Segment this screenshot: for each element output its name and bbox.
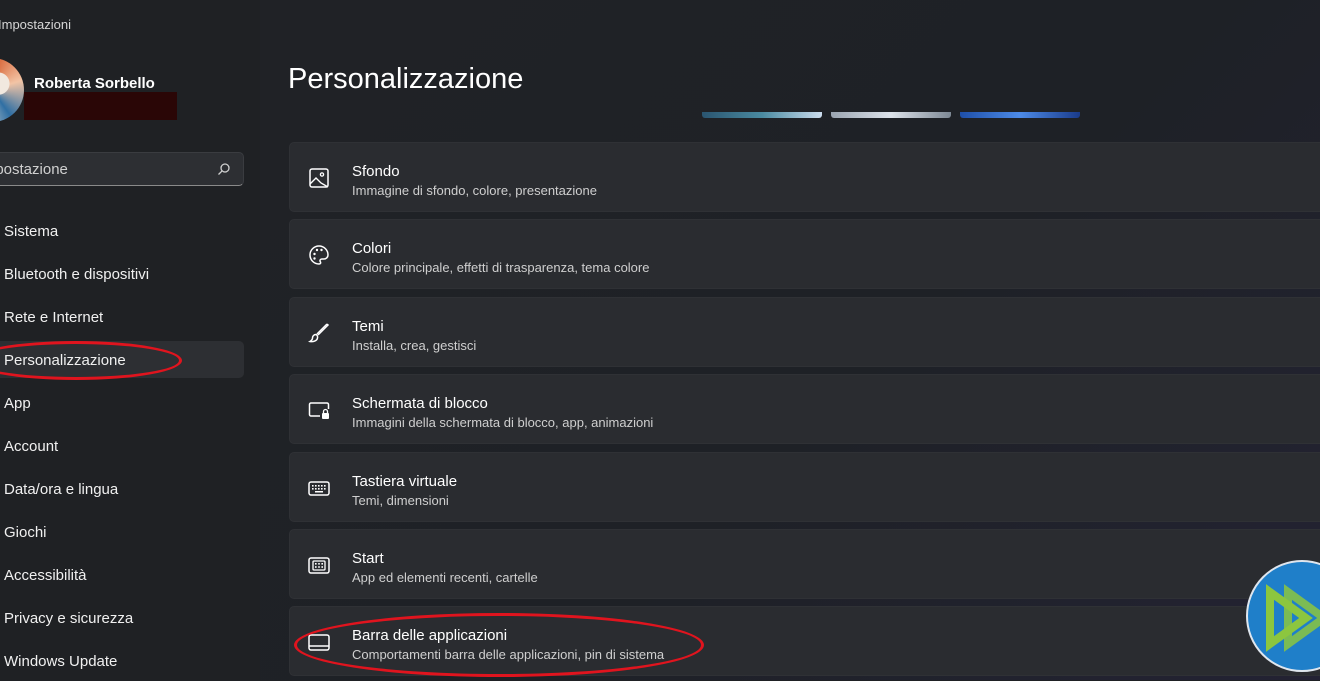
keyboard-icon	[308, 481, 330, 496]
setting-card-schermata-blocco[interactable]: Schermata di blocco Immagini della scher…	[289, 374, 1320, 444]
setting-card-sfondo[interactable]: Sfondo Immagine di sfondo, colore, prese…	[289, 142, 1320, 212]
sidebar-item-label: Privacy e sicurezza	[4, 610, 134, 627]
sidebar-item-label: Giochi	[4, 524, 47, 541]
setting-card-tastiera-virtuale[interactable]: Tastiera virtuale Temi, dimensioni	[289, 452, 1320, 522]
start-icon	[308, 557, 330, 574]
sidebar-item-bluetooth[interactable]: Bluetooth e dispositivi	[0, 257, 244, 294]
sidebar-item-label: App	[4, 395, 31, 412]
sidebar-item-label: Windows Update	[4, 653, 118, 670]
setting-card-colori[interactable]: Colori Colore principale, effetti di tra…	[289, 219, 1320, 289]
sidebar-item-rete[interactable]: Rete e Internet	[0, 300, 244, 337]
taskbar-icon	[308, 634, 330, 651]
card-subtitle: Temi, dimensioni	[352, 493, 449, 508]
setting-card-temi[interactable]: Temi Installa, crea, gestisci	[289, 297, 1320, 367]
sidebar-item-label: Account	[4, 438, 59, 455]
setting-card-barra-applicazioni[interactable]: Barra delle applicazioni Comportamenti b…	[289, 606, 1320, 676]
setting-card-start[interactable]: Start App ed elementi recenti, cartelle	[289, 529, 1320, 599]
sidebar-item-sistema[interactable]: Sistema	[0, 214, 244, 251]
card-subtitle: Immagine di sfondo, colore, presentazion…	[352, 183, 597, 198]
card-title: Start	[352, 550, 384, 567]
user-name: Roberta Sorbello	[34, 75, 155, 92]
sidebar-item-label: Bluetooth e dispositivi	[4, 266, 150, 283]
card-title: Tastiera virtuale	[352, 473, 458, 490]
card-subtitle: Comportamenti barra delle applicazioni, …	[352, 647, 665, 662]
page-title: Personalizzazione	[288, 63, 524, 95]
redacted-email	[24, 92, 177, 120]
sidebar-item-windows-update[interactable]: Windows Update	[0, 644, 244, 681]
card-title: Schermata di blocco	[352, 395, 488, 412]
image-icon	[309, 168, 329, 188]
card-subtitle: App ed elementi recenti, cartelle	[352, 570, 538, 585]
sidebar-item-app[interactable]: App	[0, 386, 244, 423]
search-icon[interactable]	[217, 162, 231, 176]
sidebar-item-privacy[interactable]: Privacy e sicurezza	[0, 601, 244, 638]
sidebar-item-data-ora[interactable]: Data/ora e lingua	[0, 472, 244, 509]
avatar[interactable]	[0, 58, 24, 122]
sidebar-item-label: Accessibilità	[4, 567, 87, 584]
window-title: Impostazioni	[0, 17, 71, 32]
theme-thumbnail[interactable]	[831, 112, 951, 118]
card-title: Colori	[352, 240, 392, 257]
card-title: Barra delle applicazioni	[352, 627, 508, 644]
sidebar-item-giochi[interactable]: Giochi	[0, 515, 244, 552]
sidebar-item-label: Personalizzazione	[4, 352, 126, 369]
card-subtitle: Colore principale, effetti di trasparenz…	[352, 260, 650, 275]
card-title: Sfondo	[352, 163, 400, 180]
brush-icon	[308, 323, 330, 343]
sidebar-item-personalizzazione[interactable]: Personalizzazione	[0, 341, 244, 378]
search-field[interactable]: Trova un'impostazione	[0, 152, 244, 186]
card-title: Temi	[352, 318, 384, 335]
sidebar-item-label: Rete e Internet	[4, 309, 104, 326]
search-input[interactable]: Trova un'impostazione	[0, 161, 68, 178]
theme-thumbnail[interactable]	[960, 112, 1080, 118]
palette-icon	[309, 245, 329, 265]
sidebar-item-label: Data/ora e lingua	[4, 481, 119, 498]
sidebar-item-label: Sistema	[4, 223, 59, 240]
sidebar-item-account[interactable]: Account	[0, 429, 244, 466]
theme-thumbnail[interactable]	[702, 112, 822, 118]
card-subtitle: Installa, crea, gestisci	[352, 338, 477, 353]
sidebar-item-accessibilita[interactable]: Accessibilità	[0, 558, 244, 595]
card-subtitle: Immagini della schermata di blocco, app,…	[352, 415, 654, 430]
lock-screen-icon	[308, 402, 330, 419]
